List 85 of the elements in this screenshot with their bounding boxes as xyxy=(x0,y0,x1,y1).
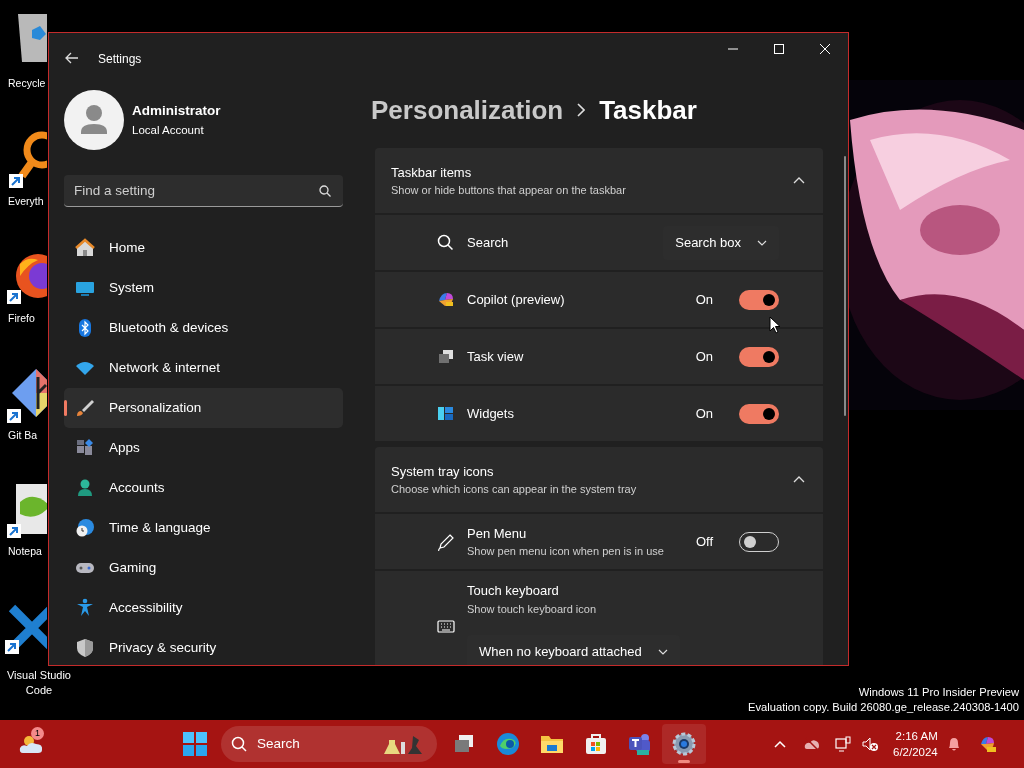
chevron-down-icon xyxy=(757,239,767,246)
search-icon xyxy=(437,233,455,252)
icon-label: Everyth xyxy=(8,194,44,209)
shield-icon xyxy=(75,638,95,658)
toggle-switch[interactable] xyxy=(739,346,779,367)
clock[interactable]: 2:16 AM 6/2/2024 xyxy=(891,728,940,760)
nav-item[interactable]: Bluetooth & devices xyxy=(64,308,343,348)
browser-icon xyxy=(496,732,520,756)
swirl-icon xyxy=(979,736,996,752)
clock-time: 2:16 AM xyxy=(894,729,938,744)
setting-label: Search xyxy=(467,233,510,252)
watermark-text: Windows 11 Pro Insider Preview xyxy=(857,685,1019,700)
section-title: Taskbar items xyxy=(391,163,473,182)
bag-icon xyxy=(584,732,608,756)
gear-icon xyxy=(672,732,696,756)
swirl-icon xyxy=(437,290,455,309)
user-name: Administrator xyxy=(132,102,221,121)
chevron-right-icon xyxy=(577,103,586,117)
taskbar-search[interactable]: Search xyxy=(221,726,437,762)
watermark-text: Evaluation copy. Build 26080.ge_release.240308-1400 xyxy=(748,700,1019,715)
breadcrumb-link[interactable]: Personalization xyxy=(371,90,564,130)
windows-stack-icon xyxy=(437,347,455,366)
nav-item[interactable]: Gaming xyxy=(64,548,343,588)
chevron-down-icon xyxy=(657,649,668,655)
setting-description: Show touch keyboard icon xyxy=(467,601,598,617)
apps-icon xyxy=(75,438,95,458)
nav-item[interactable]: Privacy & security xyxy=(64,628,343,665)
search-icon xyxy=(231,736,247,752)
setting-label: Task view xyxy=(467,347,525,366)
toggle-state: On xyxy=(695,404,713,423)
home-icon xyxy=(75,238,95,258)
keyboard-icon xyxy=(437,618,455,636)
cursor-icon xyxy=(769,316,781,334)
speaker-muted-icon xyxy=(862,736,878,752)
start-icon xyxy=(183,732,207,756)
nav-item[interactable]: Time & language xyxy=(64,508,343,548)
nav-item[interactable]: Home xyxy=(64,228,343,268)
section-subtitle: Show or hide buttons that appear on the taskbar xyxy=(391,183,627,198)
clock-icon xyxy=(75,518,95,538)
taskbar-app[interactable] xyxy=(662,724,706,764)
accessibility-icon xyxy=(75,598,95,618)
setting-label: Touch keyboard xyxy=(467,582,560,600)
setting-label: Copilot (preview) xyxy=(467,290,566,309)
setting-description: Show pen menu icon when pen is in use xyxy=(467,544,665,559)
icon-label: Visual Studio Code xyxy=(6,668,72,698)
pen-icon xyxy=(437,532,455,551)
nav-item[interactable]: Personalization xyxy=(64,388,343,428)
icon-label: Recycle xyxy=(8,76,46,91)
clock-date: 6/2/2024 xyxy=(893,745,938,760)
window-title: Settings xyxy=(98,51,142,68)
scrollbar[interactable] xyxy=(844,156,846,416)
nav-item[interactable]: Accounts xyxy=(64,468,343,508)
nav-item[interactable]: System xyxy=(64,268,343,308)
icon-label: Notepa xyxy=(8,544,42,559)
toggle-state: On xyxy=(695,347,713,366)
notification-count: 1 xyxy=(31,727,44,740)
chat-icon xyxy=(628,732,652,756)
brush-icon xyxy=(75,398,95,418)
icon-label: Git Ba xyxy=(8,428,38,443)
back-icon xyxy=(65,52,79,64)
toggle-switch[interactable] xyxy=(739,289,779,310)
section-title: System tray icons xyxy=(391,462,495,481)
maximize-icon xyxy=(774,44,784,54)
person-icon xyxy=(75,478,95,498)
close-icon xyxy=(820,44,830,54)
icon-label: Firefo xyxy=(8,311,35,326)
account-type: Local Account xyxy=(132,122,205,138)
setting-label: Pen Menu xyxy=(467,524,528,543)
nav-item[interactable]: Network & internet xyxy=(64,348,343,388)
setting-label: Widgets xyxy=(467,404,515,423)
toggle-switch[interactable] xyxy=(739,403,779,424)
avatar-icon xyxy=(64,90,124,150)
section-subtitle: Choose which icons can appear in the system tray xyxy=(391,482,638,497)
toggle-state: Off xyxy=(695,532,713,551)
section-header[interactable]: System tray icons Choose which icons can appear in the system tray xyxy=(375,447,823,512)
search-field[interactable]: Find a setting xyxy=(64,175,343,207)
weather-button[interactable]: 1 xyxy=(10,724,54,764)
search-icon xyxy=(319,185,331,197)
panel-icon xyxy=(437,404,455,423)
nav-item[interactable]: Apps xyxy=(64,428,343,468)
monitor-icon xyxy=(835,736,851,752)
section-header[interactable]: Taskbar items Show or hide buttons that appear on the taskbar xyxy=(375,148,823,213)
nav-item[interactable]: Accessibility xyxy=(64,588,343,628)
page-title: Taskbar xyxy=(599,93,697,127)
toggle-state: On xyxy=(695,290,713,309)
